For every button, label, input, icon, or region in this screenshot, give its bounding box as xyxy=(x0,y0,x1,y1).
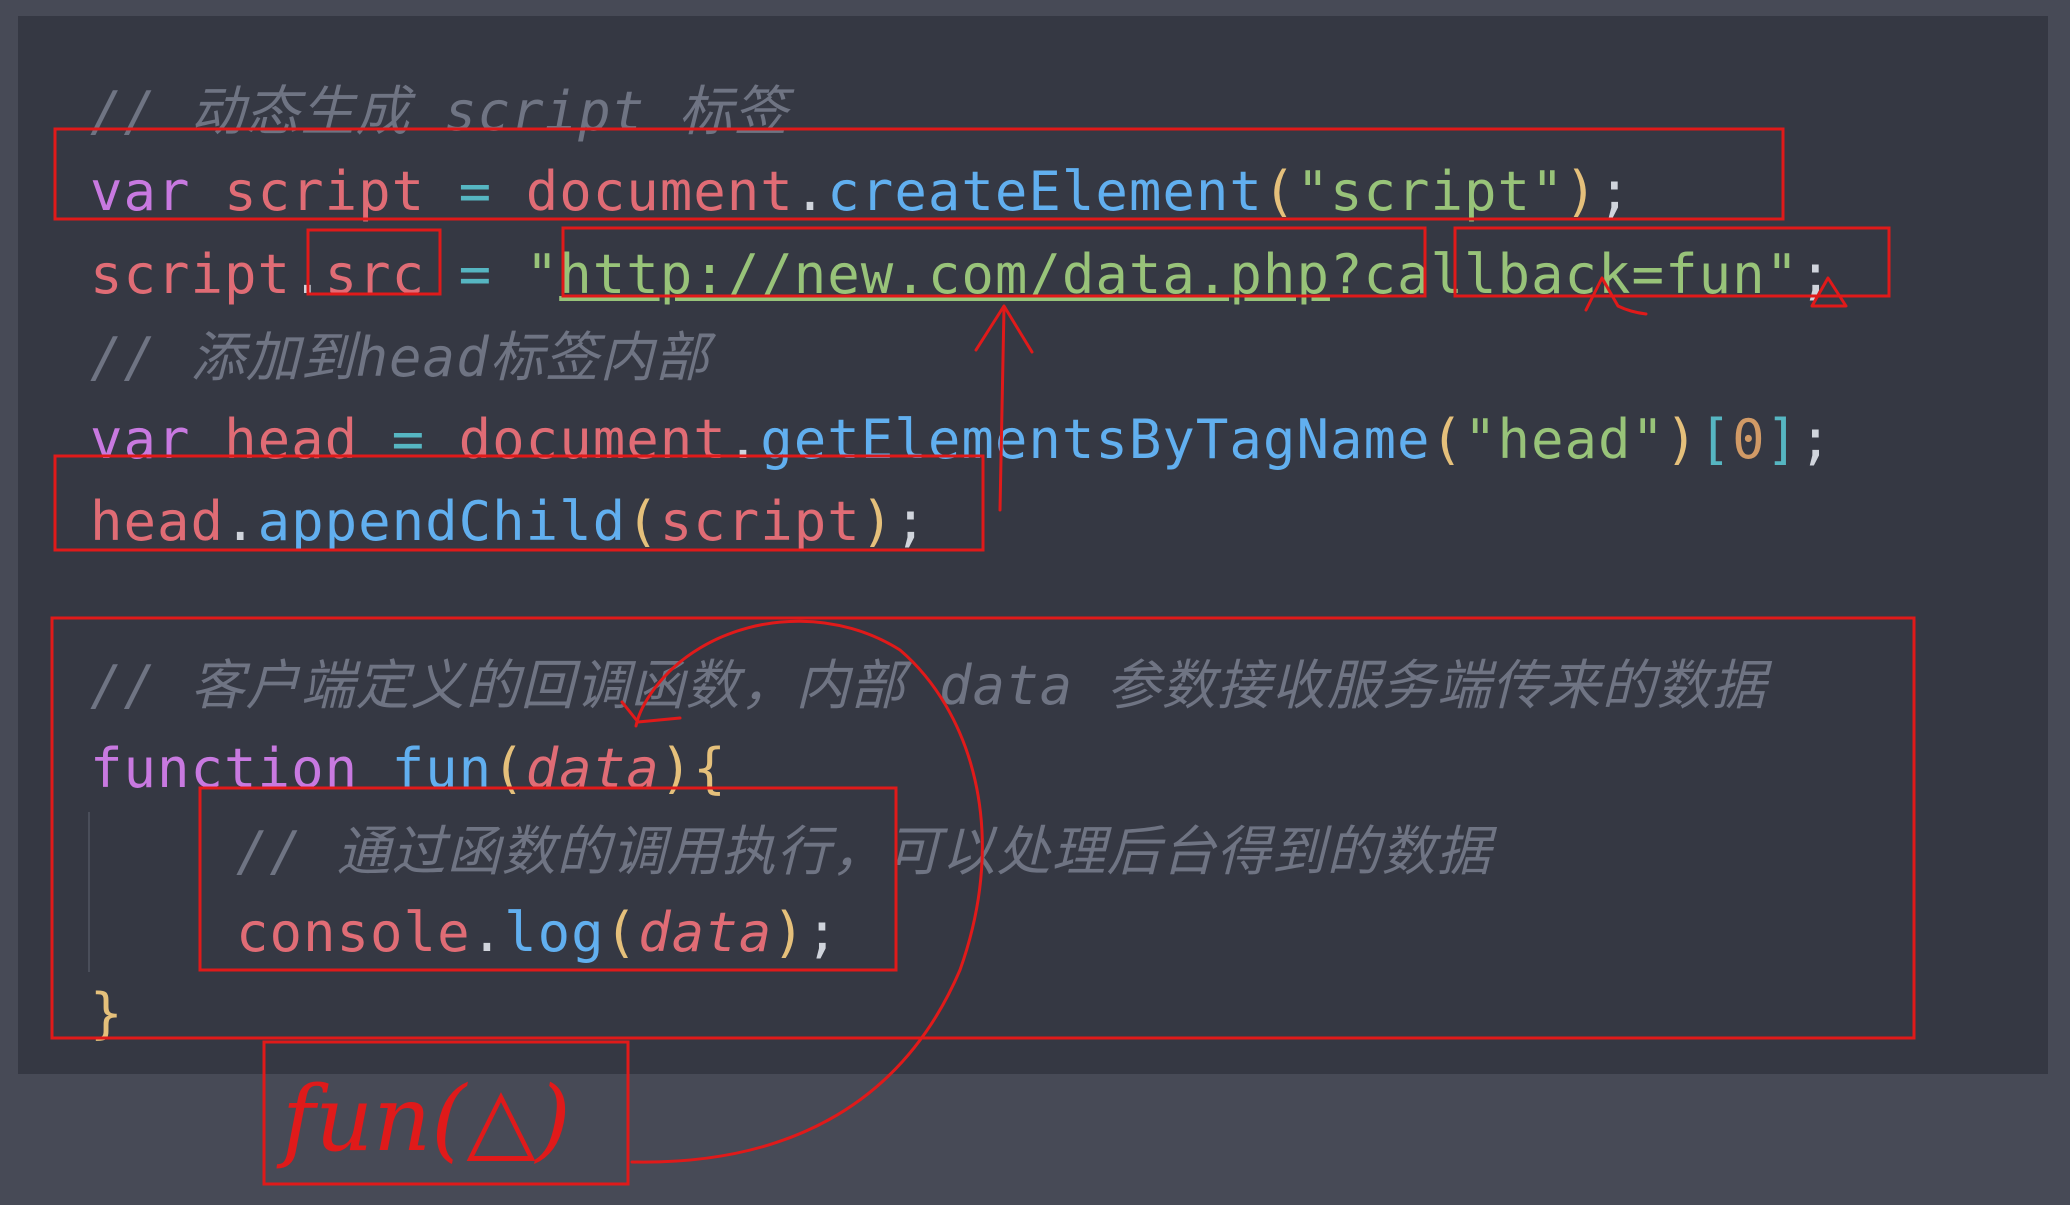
code-comment-4: // 添加到head标签内部 xyxy=(90,326,710,389)
code-line-console-log: console.log(data); xyxy=(236,901,840,964)
code-line-close-brace: } xyxy=(90,982,124,1045)
property-src: src xyxy=(324,243,426,306)
method-log: log xyxy=(504,901,605,964)
code-line-get-head: var head = document.getElementsByTagName… xyxy=(90,408,1833,471)
method-appendChild: appendChild xyxy=(257,490,627,553)
code-line-set-src: script.src = "http://new.com/data.php?ca… xyxy=(90,243,1833,306)
indent-guide xyxy=(88,812,90,972)
query-callback: callback=fun xyxy=(1363,243,1766,306)
code-comment-1: // 动态生成 script 标签 xyxy=(90,80,789,143)
code-comment-8: // 客户端定义的回调函数，内部 data 参数接收服务端传来的数据 xyxy=(90,654,1767,717)
operator-assign: = xyxy=(458,160,493,223)
code-comment-10: // 通过函数的调用执行，可以处理后台得到的数据 xyxy=(236,820,1492,883)
method-createElement: createElement xyxy=(827,160,1263,223)
code-line-function-decl: function fun(data){ xyxy=(90,737,727,800)
url-string: http://new.com/data.php xyxy=(559,243,1330,306)
function-name-fun: fun xyxy=(391,737,493,800)
string-script: "script" xyxy=(1296,160,1565,223)
identifier-document: document xyxy=(525,160,794,223)
identifier-script: script xyxy=(224,160,426,223)
method-getElementsByTagName: getElementsByTagName xyxy=(760,408,1431,471)
handwritten-call-text: fun(△) xyxy=(276,1067,571,1172)
code-line-create-script: var script = document.createElement("scr… xyxy=(90,160,1632,223)
code-line-append-child: head.appendChild(script); xyxy=(90,490,928,553)
keyword-var: var xyxy=(90,160,191,223)
param-data: data xyxy=(525,737,660,800)
code-editor[interactable]: // 动态生成 script 标签 var script = document.… xyxy=(18,16,2048,1074)
